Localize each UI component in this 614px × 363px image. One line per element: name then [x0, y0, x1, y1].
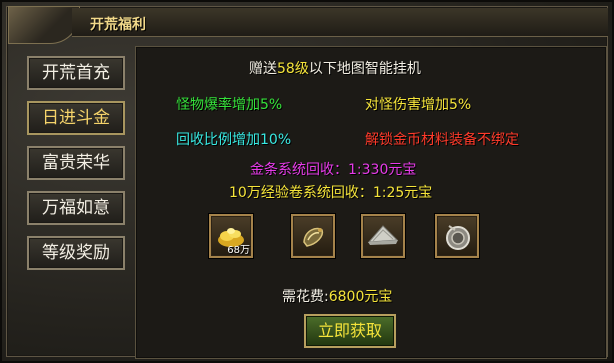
sidebar-item-level-reward[interactable]: 等级奖励 — [27, 236, 125, 270]
welfare-window: 开荒福利 开荒首充 日进斗金 富贵荣华 万福如意 等级奖励 赠送58级以下地图智… — [0, 0, 614, 363]
scroll-icon — [303, 227, 324, 247]
sidebar: 开荒首充 日进斗金 富贵荣华 万福如意 等级奖励 — [20, 46, 125, 356]
reward-item-hat[interactable] — [361, 214, 405, 258]
claim-now-button[interactable]: 立即获取 — [304, 314, 396, 348]
reward-item-scroll[interactable] — [291, 214, 335, 258]
perk-drop-rate: 怪物爆率增加5% — [176, 97, 283, 113]
bamboo-hat-icon — [367, 225, 399, 245]
perk-unbind: 解锁金币材料装备不绑定 — [365, 132, 519, 148]
gold-recycle-rate: 金条系统回收：1:330元宝 — [250, 162, 417, 178]
auto-hunt-level: 58级 — [277, 61, 309, 77]
perk-recycle-rate: 回收比例增加10% — [176, 132, 292, 148]
amulet-icon — [446, 225, 470, 250]
auto-hunt-post: 以下地图智能挂机 — [308, 61, 421, 77]
corner-ornament — [8, 6, 80, 44]
cost-value: 6800元宝 — [328, 289, 393, 305]
window-title: 开荒福利 — [90, 17, 146, 33]
sidebar-item-wealth[interactable]: 富贵荣华 — [27, 146, 125, 180]
content-panel — [135, 46, 607, 359]
cost-line: 需花费:6800元宝 — [282, 286, 392, 306]
reward-item-amulet[interactable] — [435, 214, 479, 258]
sidebar-item-fortune[interactable]: 万福如意 — [27, 191, 125, 225]
perk-damage: 对怪伤害增加5% — [365, 97, 472, 113]
auto-hunt-pre: 赠送 — [249, 61, 277, 77]
reward-item-gold[interactable]: 68万 — [209, 214, 253, 258]
reward-item-gold-amount: 68万 — [227, 245, 250, 256]
exp-recycle-rate: 10万经验卷系统回收：1:25元宝 — [229, 185, 433, 201]
auto-hunt-line: 赠送58级以下地图智能挂机 — [249, 58, 421, 78]
sidebar-item-daily-gold[interactable]: 日进斗金 — [27, 101, 125, 135]
title-bar — [72, 8, 608, 37]
sidebar-item-first-recharge[interactable]: 开荒首充 — [27, 56, 125, 90]
cost-label: 需花费: — [282, 289, 329, 305]
